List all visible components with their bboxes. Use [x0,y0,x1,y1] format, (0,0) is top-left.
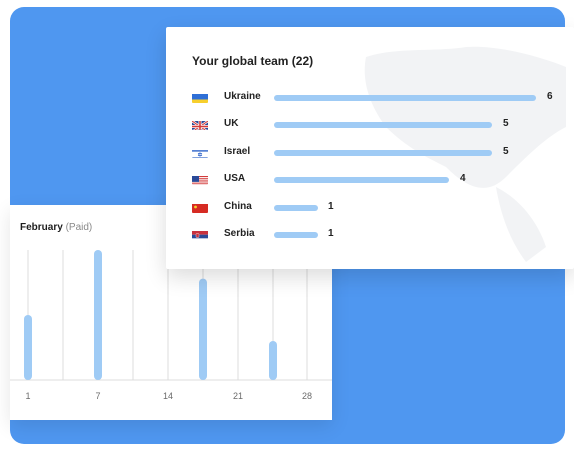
country-bar [274,95,536,101]
country-count: 4 [460,173,466,184]
x-tick-label: 14 [163,391,173,401]
x-tick-label: 1 [25,391,30,401]
country-count: 6 [547,91,553,102]
x-tick-label: 7 [95,391,100,401]
country-row: China 1 [192,199,572,217]
chart-bar [269,341,277,380]
country-row: UK 5 [192,116,572,134]
country-name: Ukraine [224,91,261,102]
global-team-card: Your global team (22) Ukraine 6 UK 5 Israel 5… [166,27,574,269]
country-name: China [224,201,252,212]
country-bar [274,232,318,238]
country-row: Israel 5 [192,144,572,162]
team-title: Your global team (22) [192,54,314,68]
serbia-flag-icon [192,229,208,240]
country-name: UK [224,118,239,129]
china-flag-icon [192,202,208,213]
chart-bar [94,250,102,380]
country-count: 5 [503,118,509,129]
country-bar [274,177,449,183]
country-count: 1 [328,228,334,239]
x-tick-label: 28 [302,391,312,401]
country-name: USA [224,173,246,184]
country-row: Serbia 1 [192,226,572,244]
country-row: USA 4 [192,171,572,189]
chart-bar [24,315,32,380]
country-name: Israel [224,146,251,157]
usa-flag-icon [192,174,208,185]
x-tick-label: 21 [233,391,243,401]
ukraine-flag-icon [192,92,208,103]
country-bar [274,122,492,128]
country-name: Serbia [224,228,255,239]
chart-bar [199,278,207,380]
country-count: 5 [503,146,509,157]
country-bar [274,150,492,156]
uk-flag-icon [192,119,208,130]
country-row: Ukraine 6 [192,89,572,107]
country-count: 1 [328,201,334,212]
country-bar [274,205,318,211]
israel-flag-icon [192,147,208,158]
